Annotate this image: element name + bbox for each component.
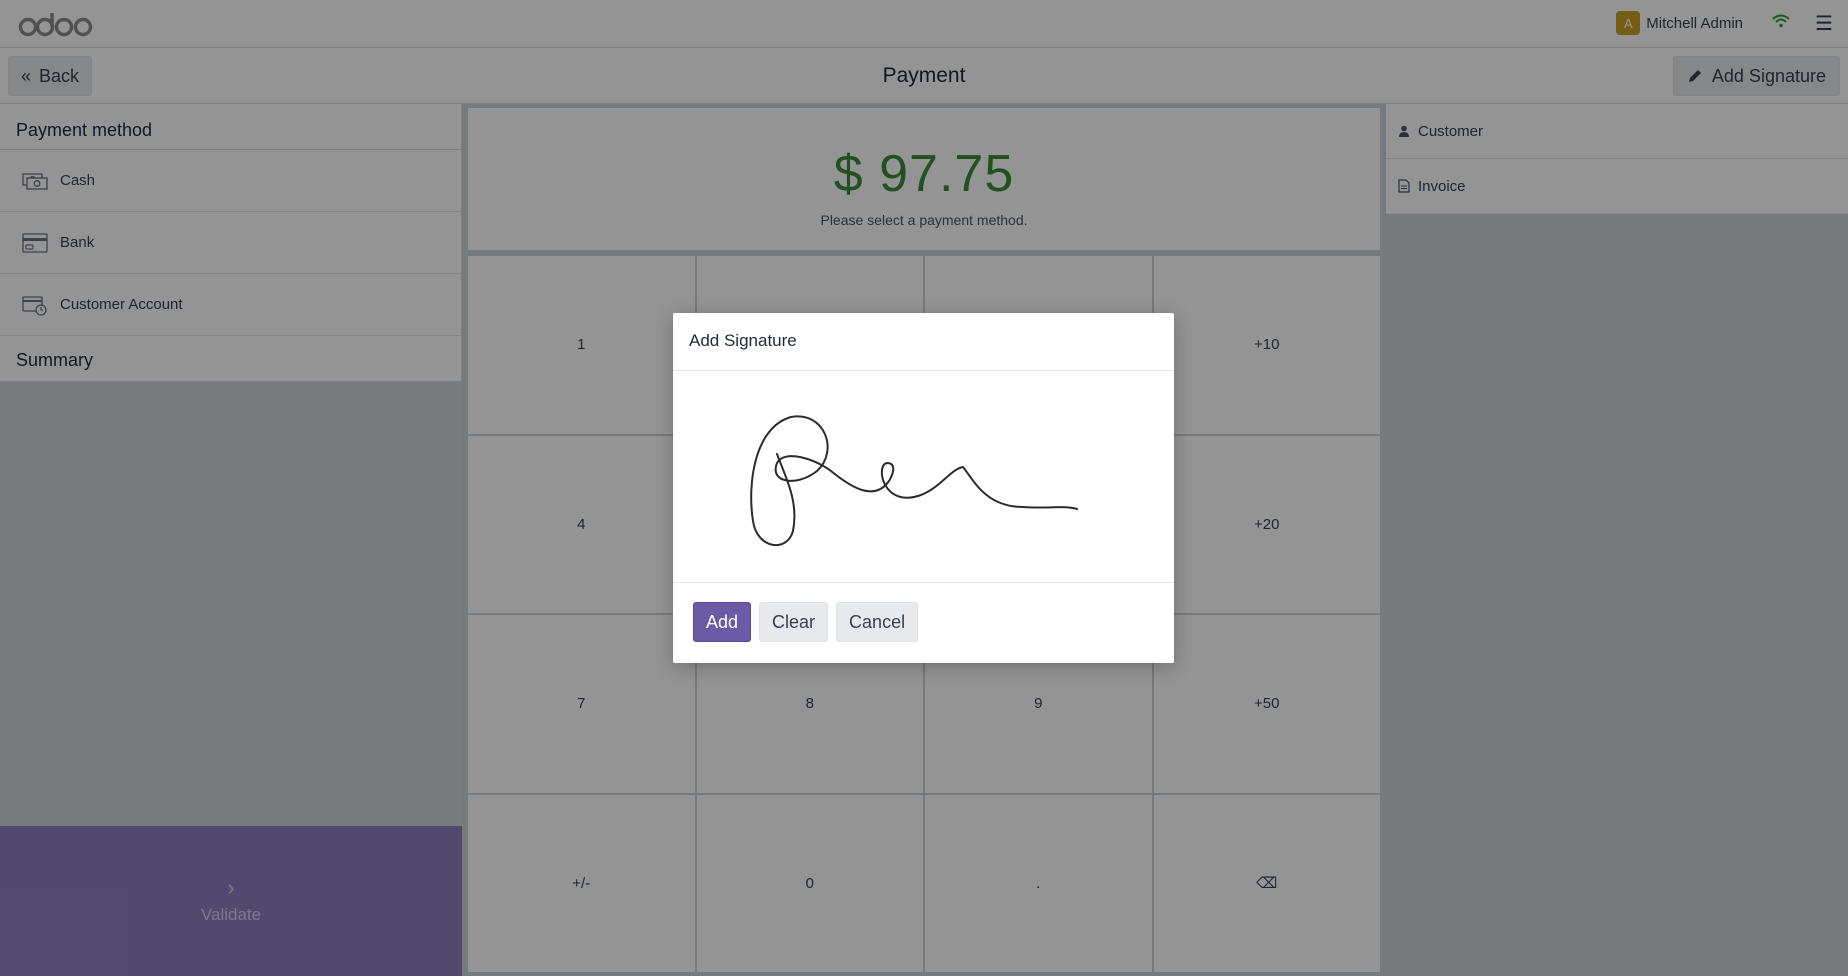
dialog-footer: Add Clear Cancel — [673, 583, 1174, 663]
cancel-button[interactable]: Cancel — [836, 602, 919, 642]
clear-button[interactable]: Clear — [759, 602, 829, 642]
add-button[interactable]: Add — [693, 602, 752, 642]
dialog-title: Add Signature — [673, 313, 1174, 371]
signature-pad[interactable] — [673, 371, 1174, 583]
add-signature-dialog: Add Signature Add Clear Cancel — [673, 313, 1174, 663]
signature-drawing — [750, 415, 1078, 547]
